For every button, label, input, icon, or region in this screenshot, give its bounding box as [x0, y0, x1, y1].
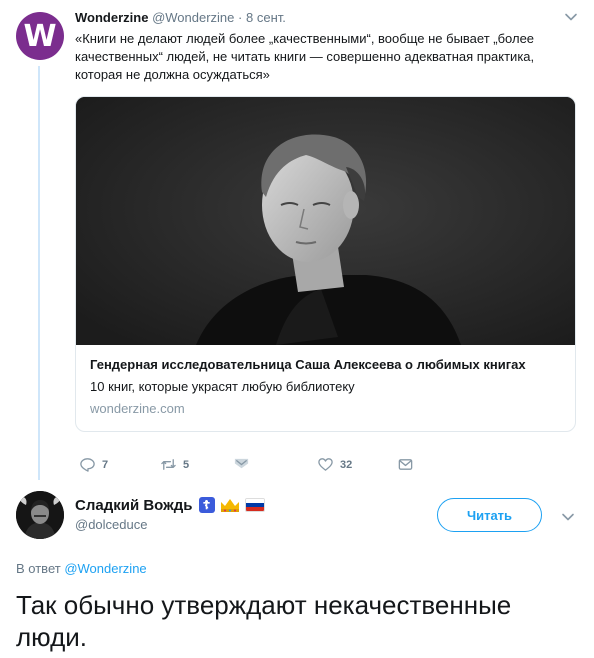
like-button[interactable]: 32 — [317, 456, 352, 473]
tweet-header: Wonderzine @Wonderzine · 8 сент. — [75, 10, 577, 26]
crown-icon — [220, 499, 239, 512]
quoted-tweet: Wonderzine @Wonderzine · 8 сент. «Книги … — [75, 10, 578, 472]
reply-icon — [80, 458, 95, 472]
reply-prefix: В ответ — [16, 561, 61, 576]
card-text: Гендерная исследовательница Саша Алексее… — [90, 355, 570, 418]
name-emoji-group: ☦ — [198, 497, 265, 513]
card-description: 10 книг, которые украсят любую библиотек… — [90, 379, 355, 394]
link-preview-card[interactable]: Гендерная исследовательница Саша Алексее… — [75, 96, 576, 432]
tweet-actions: 7 5 32 — [75, 456, 577, 476]
avatar-letter: W — [23, 18, 57, 54]
wonderzine-avatar[interactable]: W — [16, 12, 64, 60]
thread-connector-line — [38, 66, 40, 480]
card-title: Гендерная исследовательница Саша Алексее… — [90, 357, 526, 372]
like-count: 32 — [340, 458, 353, 471]
mail-icon — [398, 459, 413, 470]
chevron-down-icon[interactable] — [561, 510, 575, 524]
portrait-illustration — [76, 97, 575, 345]
reply-button[interactable]: 7 — [79, 456, 108, 473]
reply-tweet-text: Так обычно утверждают некачественные люд… — [16, 590, 512, 652]
chevron-down-icon[interactable] — [564, 10, 578, 24]
follow-button[interactable]: Читать — [437, 498, 542, 532]
author-name[interactable]: Сладкий Вождь — [75, 497, 193, 514]
russia-flag-icon — [244, 498, 265, 512]
like-icon — [318, 458, 333, 471]
card-domain: wonderzine.com — [90, 401, 185, 416]
author-handle[interactable]: @Wonderzine — [152, 10, 234, 25]
tweet-text: «Книги не делают людей более „качественн… — [75, 31, 535, 82]
author-handle[interactable]: @dolceduce — [75, 517, 435, 532]
card-photo — [76, 97, 575, 345]
direct-message-icon — [234, 458, 249, 469]
orthodox-cross-icon: ☦ — [198, 497, 215, 513]
retweet-icon — [161, 459, 176, 470]
meta-separator: · — [238, 10, 243, 25]
tweet-date[interactable]: 8 сент. — [246, 10, 286, 25]
reply-count: 7 — [102, 458, 109, 471]
reply-context: В ответ @Wonderzine — [16, 561, 147, 576]
retweet-count: 5 — [183, 458, 190, 471]
profile-portrait — [16, 491, 64, 539]
share-button[interactable] — [397, 456, 414, 473]
retweet-button[interactable]: 5 — [160, 456, 189, 473]
reply-target-link[interactable]: @Wonderzine — [64, 561, 146, 576]
reply-header: Сладкий Вождь ☦ @dolceduce — [75, 495, 435, 532]
author-name[interactable]: Wonderzine — [75, 10, 148, 25]
direct-message-button[interactable] — [233, 456, 250, 473]
dolceduce-avatar[interactable] — [16, 491, 64, 539]
